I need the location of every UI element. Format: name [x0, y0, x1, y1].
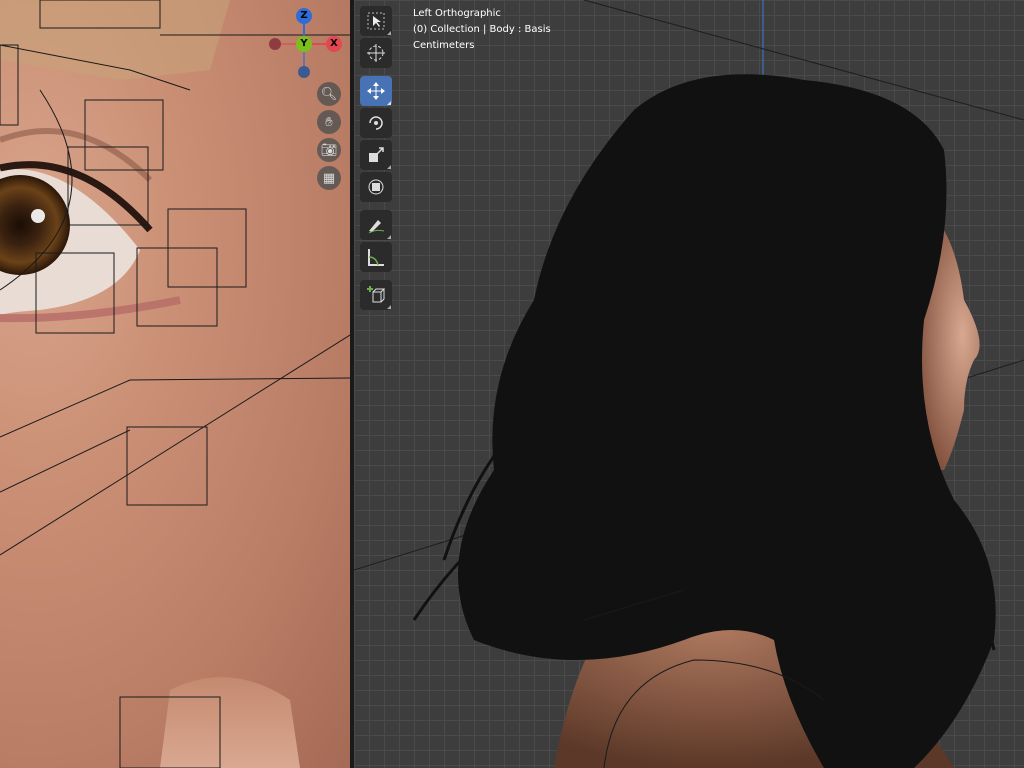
cursor-icon — [367, 44, 385, 62]
units-label: Centimeters — [413, 40, 475, 51]
neg-z-handle[interactable] — [298, 66, 310, 78]
collection-info: (0) Collection | Body : Basis — [413, 24, 551, 35]
zoom-icon: 🔍︎ — [320, 86, 338, 102]
right-viewport[interactable] — [354, 0, 1024, 768]
pan-button[interactable]: ✋︎ — [317, 110, 341, 134]
transform-icon — [368, 179, 384, 195]
z-axis-handle[interactable]: Z — [296, 8, 312, 24]
annotate-icon — [368, 220, 385, 234]
tool-shelf — [360, 6, 396, 312]
skin-render — [0, 0, 350, 768]
zoom-button[interactable]: 🔍︎ — [317, 82, 341, 106]
add-cube-icon — [367, 286, 386, 303]
neg-x-handle[interactable] — [269, 38, 281, 50]
grid-ortho-icon: ▦ — [322, 170, 336, 186]
rotate-icon — [369, 116, 383, 130]
view-name: Left Orthographic — [413, 8, 501, 19]
viewport-info: Left Orthographic (0) Collection | Body … — [413, 6, 551, 54]
rotate-tool[interactable] — [360, 108, 392, 138]
select-box-icon — [367, 12, 385, 30]
hand-pan-icon: ✋︎ — [325, 114, 333, 130]
annotate-tool[interactable] — [360, 210, 392, 240]
move-icon — [367, 82, 385, 100]
measure-tool[interactable] — [360, 242, 392, 272]
move-tool[interactable] — [360, 76, 392, 106]
ortho-toggle-button[interactable]: ▦ — [317, 166, 341, 190]
camera-icon: 📷︎ — [320, 142, 338, 158]
wireframe-overlay — [0, 0, 350, 768]
y-axis-handle[interactable]: Y — [296, 36, 312, 52]
scale-icon — [369, 147, 384, 162]
y-axis-label: Y — [300, 38, 308, 49]
camera-view-button[interactable]: 📷︎ — [317, 138, 341, 162]
measure-icon — [368, 249, 384, 266]
transform-tool[interactable] — [360, 172, 392, 202]
character-render — [354, 0, 1024, 768]
cursor-tool[interactable] — [360, 38, 392, 68]
select-box-tool[interactable] — [360, 6, 392, 36]
left-viewport[interactable]: Z Y X 🔍︎ ✋︎ 📷︎ ▦ — [0, 0, 350, 768]
nav-gizmo[interactable]: Z Y X — [268, 6, 344, 82]
z-axis-label: Z — [300, 10, 308, 21]
x-axis-label: X — [330, 38, 338, 49]
x-axis-handle[interactable]: X — [326, 36, 342, 52]
scale-tool[interactable] — [360, 140, 392, 170]
add-cube-tool[interactable] — [360, 280, 392, 310]
